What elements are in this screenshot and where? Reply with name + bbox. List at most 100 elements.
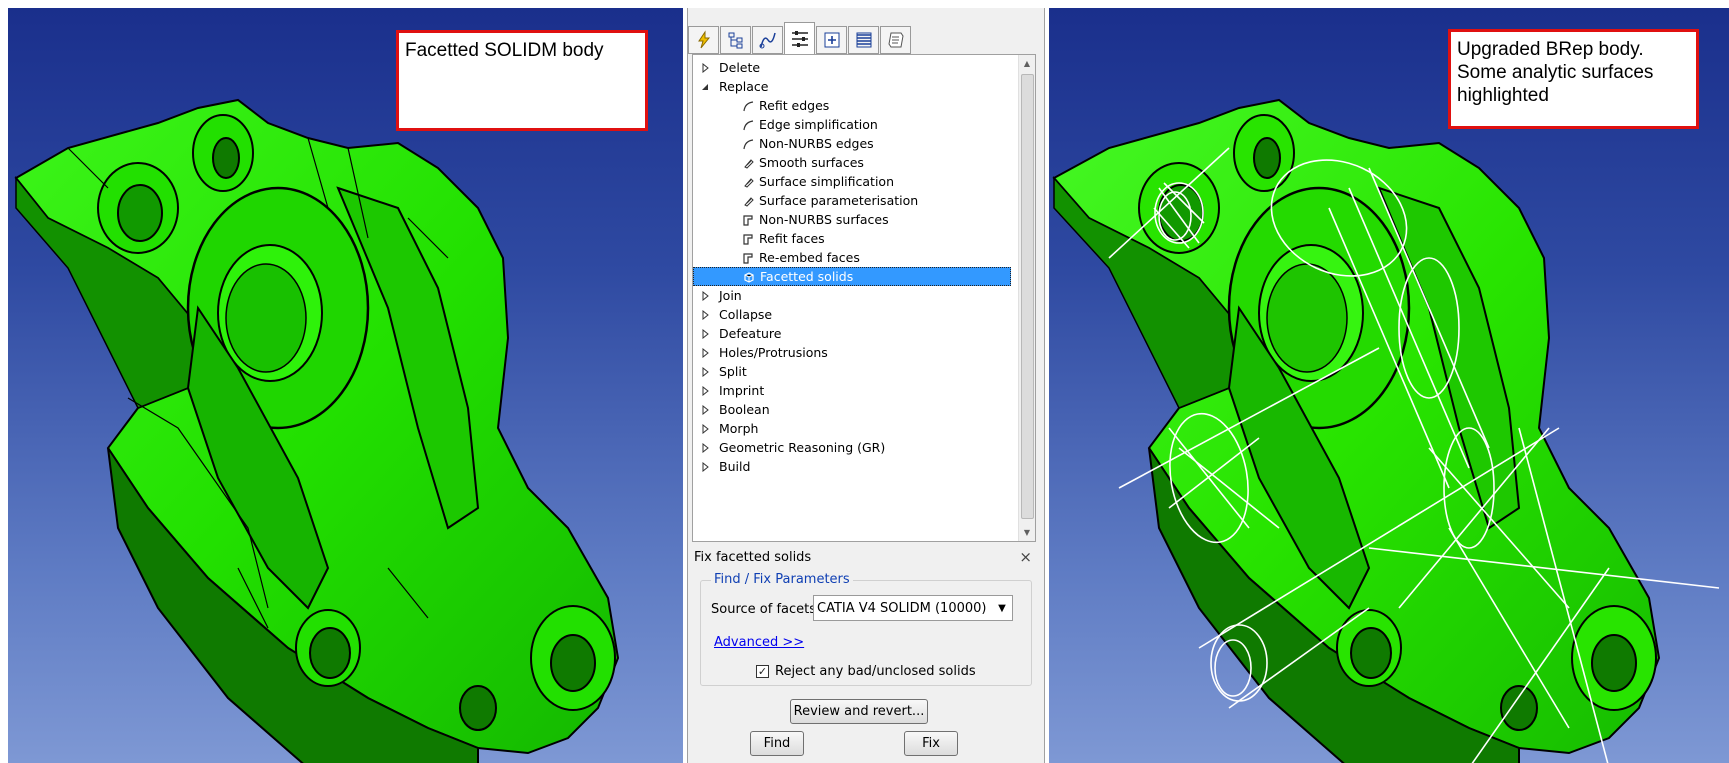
tab-sliders[interactable]	[784, 22, 815, 55]
collapsed-arrow-icon[interactable]	[699, 366, 711, 378]
tree-item-label: Non-NURBS edges	[759, 136, 874, 151]
face-icon	[741, 232, 755, 246]
face-icon	[741, 213, 755, 227]
tree-item-build[interactable]: Build	[693, 457, 1011, 476]
tree-item-label: Refit faces	[759, 231, 825, 246]
tree-item-label: Non-NURBS surfaces	[759, 212, 889, 227]
left-callout: Facetted SOLIDM body	[396, 30, 648, 131]
tree-item-collapse[interactable]: Collapse	[693, 305, 1011, 324]
tab-hierarchy[interactable]	[720, 26, 751, 54]
hierarchy-icon	[728, 32, 742, 49]
collapsed-arrow-icon[interactable]	[699, 404, 711, 416]
tree-item-split[interactable]: Split	[693, 362, 1011, 381]
layers-icon	[856, 32, 871, 48]
tree-item-delete[interactable]: Delete	[693, 58, 1011, 77]
collapsed-arrow-icon[interactable]	[699, 442, 711, 454]
tree-item-label: Build	[719, 459, 751, 474]
tree-item-label: Replace	[719, 79, 769, 94]
expanded-arrow-icon[interactable]	[699, 81, 711, 93]
solid-icon	[742, 270, 756, 284]
source-of-facets-select[interactable]: CATIA V4 SOLIDM (10000) ▼	[813, 595, 1013, 621]
tree-item-smooth-surfaces[interactable]: Smooth surfaces	[693, 153, 1011, 172]
tab-add-page[interactable]	[816, 26, 847, 54]
collapsed-arrow-icon[interactable]	[699, 385, 711, 397]
collapsed-arrow-icon[interactable]	[699, 423, 711, 435]
right-3d-viewport[interactable]: Upgraded BRep body. Some analytic surfac…	[1049, 8, 1729, 763]
face-icon	[741, 251, 755, 265]
tree-item-label: Smooth surfaces	[759, 155, 864, 170]
advanced-link[interactable]: Advanced >>	[714, 635, 804, 650]
tree-item-label: Collapse	[719, 307, 773, 322]
collapsed-arrow-icon[interactable]	[699, 309, 711, 321]
find-button[interactable]: Find	[750, 731, 804, 756]
tree-item-boolean[interactable]: Boolean	[693, 400, 1011, 419]
surface-icon	[741, 156, 755, 170]
review-and-revert-button[interactable]: Review and revert...	[790, 699, 928, 724]
tree-item-label: Holes/Protrusions	[719, 345, 828, 360]
sliders-icon	[791, 31, 808, 47]
right-callout: Upgraded BRep body. Some analytic surfac…	[1448, 29, 1699, 129]
tree-item-refit-edges[interactable]: Refit edges	[693, 96, 1011, 115]
chevron-down-icon[interactable]: ▼	[992, 596, 1012, 620]
scroll-thumb[interactable]	[1021, 74, 1034, 519]
tree-item-label: Morph	[719, 421, 759, 436]
collapsed-arrow-icon[interactable]	[699, 62, 711, 74]
tree-scrollbar[interactable]: ▲ ▼	[1018, 55, 1035, 541]
tree-item-facetted-solids[interactable]: Facetted solids	[693, 267, 1011, 286]
reject-bad-solids-label: Reject any bad/unclosed solids	[775, 664, 976, 679]
find-fix-parameters-group: Find / Fix Parameters Source of facets C…	[700, 572, 1032, 686]
tree-item-label: Surface parameterisation	[759, 193, 919, 208]
tree-item-label: Geometric Reasoning (GR)	[719, 440, 886, 455]
tree-item-non-nurbs-surfaces[interactable]: Non-NURBS surfaces	[693, 210, 1011, 229]
surface-icon	[741, 194, 755, 208]
lightning-icon	[697, 30, 710, 49]
tools-panel: ▲ ▼ Delete Replace Refit edges Edge simplif…	[687, 8, 1045, 763]
edge-icon	[741, 118, 755, 132]
tree-item-defeature[interactable]: Defeature	[693, 324, 1011, 343]
collapsed-arrow-icon[interactable]	[699, 290, 711, 302]
tree-item-surface-parameterisation[interactable]: Surface parameterisation	[693, 191, 1011, 210]
tree-item-join[interactable]: Join	[693, 286, 1011, 305]
scroll-icon	[887, 32, 904, 48]
reject-bad-solids-row[interactable]: ✓ Reject any bad/unclosed solids	[756, 664, 976, 679]
tree-item-re-embed-faces[interactable]: Re-embed faces	[693, 248, 1011, 267]
collapsed-arrow-icon[interactable]	[699, 461, 711, 473]
tab-graph[interactable]	[752, 26, 783, 54]
fix-button[interactable]: Fix	[904, 731, 958, 756]
scroll-down-arrow-icon[interactable]: ▼	[1019, 524, 1035, 541]
scroll-up-arrow-icon[interactable]: ▲	[1019, 55, 1035, 72]
left-3d-viewport[interactable]: Facetted SOLIDM body	[8, 8, 683, 763]
panel-tabbar	[688, 18, 1044, 56]
tree-item-non-nurbs-edges[interactable]: Non-NURBS edges	[693, 134, 1011, 153]
source-select-value: CATIA V4 SOLIDM (10000)	[817, 600, 987, 616]
tree-item-label: Join	[719, 288, 742, 303]
close-icon[interactable]: ×	[1019, 548, 1032, 566]
tree-item-replace[interactable]: Replace	[693, 77, 1011, 96]
tree-item-label: Boolean	[719, 402, 770, 417]
collapsed-arrow-icon[interactable]	[699, 347, 711, 359]
tab-scroll[interactable]	[880, 26, 911, 54]
reject-bad-solids-checkbox[interactable]: ✓	[756, 665, 769, 678]
tree-item-label: Re-embed faces	[759, 250, 860, 265]
tree-item-imprint[interactable]: Imprint	[693, 381, 1011, 400]
tree-item-label: Refit edges	[759, 98, 830, 113]
tree-item-morph[interactable]: Morph	[693, 419, 1011, 438]
tree-item-holes-protrusions[interactable]: Holes/Protrusions	[693, 343, 1011, 362]
group-title: Find / Fix Parameters	[711, 572, 853, 587]
tree-item-label: Surface simplification	[759, 174, 894, 189]
tree-item-label: Delete	[719, 60, 761, 75]
tree-item-edge-simplification[interactable]: Edge simplification	[693, 115, 1011, 134]
tree-item-surface-simplification[interactable]: Surface simplification	[693, 172, 1011, 191]
tree-item-refit-faces[interactable]: Refit faces	[693, 229, 1011, 248]
edge-icon	[741, 137, 755, 151]
fix-pane-title: Fix facetted solids	[694, 550, 812, 565]
tree-item-label: Defeature	[719, 326, 782, 341]
collapsed-arrow-icon[interactable]	[699, 328, 711, 340]
tree-item-label: Split	[719, 364, 747, 379]
surface-icon	[741, 175, 755, 189]
tree-item-label: Edge simplification	[759, 117, 878, 132]
tab-layers[interactable]	[848, 26, 879, 54]
fix-facetted-solids-pane: Fix facetted solids × Find / Fix Paramet…	[692, 546, 1036, 756]
tab-lightning[interactable]	[688, 26, 719, 54]
tree-item-geometric-reasoning-gr[interactable]: Geometric Reasoning (GR)	[693, 438, 1011, 457]
